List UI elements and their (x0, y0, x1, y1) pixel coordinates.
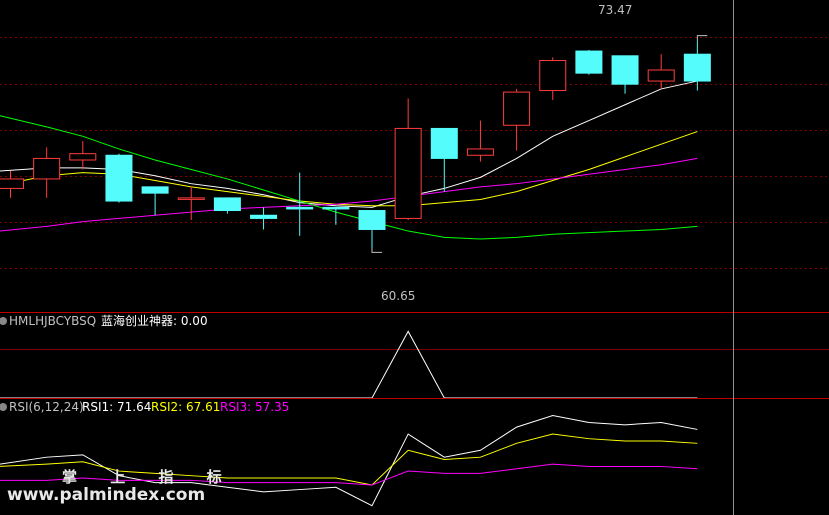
candle-body-down (322, 206, 350, 210)
candle-body-up (0, 178, 24, 189)
candle-body-down (430, 127, 458, 159)
watermark-url: www.palmindex.com (7, 485, 205, 505)
indicator-panel (0, 330, 698, 399)
high-price-label: 73.47 (598, 3, 632, 17)
candle-body-up (466, 148, 494, 156)
candle-body-up (177, 197, 205, 200)
candle-body-up (539, 60, 567, 92)
candle-body-down (683, 53, 711, 82)
low-price-marker (371, 248, 382, 253)
rsi-legend-rsi2: RSI2: 67.61 (151, 400, 220, 414)
low-price-label: 60.65 (381, 289, 415, 303)
rsi-legend-rsi1: RSI1: 71.64 (82, 400, 151, 414)
price-panel (0, 35, 711, 253)
indicator-line (0, 330, 698, 399)
rsi-panel-icon[interactable] (0, 403, 7, 411)
indicator-legend-name: HMLHJBCYBSQ (9, 314, 96, 328)
candle-body-down (286, 206, 314, 210)
candle-body-down (141, 186, 169, 194)
candle-body-down (611, 55, 639, 85)
indicator-panel-icon[interactable] (0, 317, 7, 325)
candle-body-down (575, 50, 603, 74)
candle-body-down (250, 214, 278, 219)
candle-body-up (647, 69, 675, 82)
watermark-title: 掌 上 指 标 (62, 468, 236, 486)
candle-body-up (33, 157, 61, 180)
rsi-legend-name: RSI(6,12,24) (9, 400, 84, 414)
candle-body-up (69, 153, 97, 161)
indicator-legend-value: 蓝海创业神器: 0.00 (101, 313, 208, 328)
candle-body-down (358, 210, 386, 230)
candle-body-up (503, 91, 531, 126)
candle-body-up (394, 127, 422, 219)
candle-body-down (105, 154, 133, 202)
candle-body-down (213, 197, 241, 212)
stock-chart: 73.47 60.65 HMLHJBCYBSQ 蓝海创业神器: 0.00 RSI… (0, 0, 829, 515)
high-price-marker (696, 35, 708, 42)
moving-average-line (0, 115, 698, 240)
rsi-legend-rsi3: RSI3: 57.35 (220, 400, 289, 414)
